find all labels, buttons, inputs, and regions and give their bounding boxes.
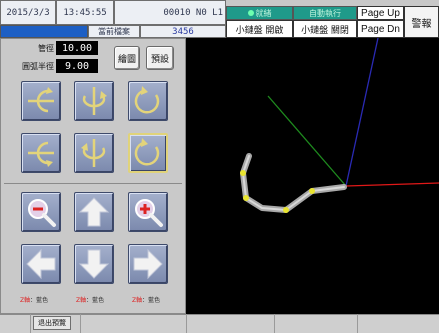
panel-divider: [4, 183, 182, 184]
status-auto-button[interactable]: 自動執行: [293, 6, 357, 20]
time-display: 13:45:55: [56, 0, 114, 25]
rotate-y-ccw-button[interactable]: [74, 81, 114, 121]
rotate-y-icon: [82, 87, 107, 115]
bend-radius-field[interactable]: 9.00: [56, 59, 98, 73]
arrow-left-icon: [26, 248, 56, 280]
bend-joint: [309, 188, 315, 194]
rotate-x-icon: [28, 141, 54, 167]
program-code-display: 00010 N0 L1: [114, 0, 226, 25]
preset-button[interactable]: 預設: [146, 46, 174, 70]
small-clamp-open-button[interactable]: 小鏈盤 開啟: [226, 20, 293, 38]
alarm-button[interactable]: 警報: [404, 6, 439, 38]
rotate-z-icon: [134, 138, 160, 166]
status-auto-label: 自動執行: [309, 8, 341, 18]
exit-preview-button[interactable]: 退出預覽: [33, 316, 71, 330]
bend-joint: [240, 170, 246, 176]
pipe-3d-view[interactable]: [186, 37, 439, 314]
rotate-z-ccw-button[interactable]: [128, 81, 168, 121]
date-display: 2015/3/3: [0, 0, 56, 25]
toolbar-divider: [30, 314, 31, 333]
bend-joint: [283, 207, 289, 213]
pipe-diameter-label: 管徑: [38, 43, 54, 53]
zoom-out-icon: [28, 199, 56, 227]
page-up-button[interactable]: Page Up: [357, 6, 404, 20]
zoom-out-button[interactable]: [21, 192, 61, 232]
bend-radius-label: 圓弧半徑: [22, 61, 54, 71]
pipe-3d-canvas: [240, 37, 439, 213]
toolbar-divider: [274, 314, 275, 333]
axis-color-legend: Z軸：藍色: [20, 297, 49, 304]
x-axis-line: [345, 182, 439, 187]
page-down-button[interactable]: Page Dn: [357, 20, 404, 38]
toolbar-divider: [186, 314, 187, 333]
rotate-z-cw-button[interactable]: [128, 133, 168, 173]
toolbar-divider: [357, 314, 358, 333]
rotate-y-icon: [81, 139, 106, 167]
status-ready-label: 就緒: [255, 8, 272, 18]
progress-bar: [0, 25, 88, 38]
rotate-x-icon: [28, 87, 54, 113]
z-axis-line: [345, 37, 379, 187]
move-left-button[interactable]: [21, 244, 61, 284]
small-clamp-close-button[interactable]: 小鏈盤 關閉: [293, 20, 357, 38]
move-right-button[interactable]: [128, 244, 168, 284]
status-ready-button[interactable]: 就緒: [226, 6, 293, 20]
move-up-button[interactable]: [74, 192, 114, 232]
arrow-down-icon: [78, 249, 110, 279]
rotate-y-cw-button[interactable]: [74, 133, 114, 173]
bend-joint: [243, 195, 249, 201]
toolbar-divider: [80, 314, 81, 333]
bent-pipe: [240, 153, 347, 213]
arrow-up-icon: [78, 197, 110, 227]
current-file-label: 當前檔案: [88, 25, 140, 38]
arrow-right-icon: [133, 248, 163, 280]
draw-button[interactable]: 繪圖: [114, 46, 140, 70]
move-down-button[interactable]: [74, 244, 114, 284]
axis-color-legend: Z軸：藍色: [132, 297, 161, 304]
zoom-in-button[interactable]: [128, 192, 168, 232]
zoom-in-icon: [135, 199, 163, 227]
pipe-diameter-field[interactable]: 10.00: [56, 41, 98, 55]
rotate-z-icon: [134, 86, 160, 114]
rotate-x-ccw-button[interactable]: [21, 81, 61, 121]
current-file-value: 3456: [140, 25, 226, 38]
axis-color-legend: Z軸：藍色: [76, 297, 105, 304]
y-axis-line: [267, 95, 347, 187]
rotate-x-cw-button[interactable]: [21, 133, 61, 173]
ready-indicator-icon: [247, 10, 254, 16]
